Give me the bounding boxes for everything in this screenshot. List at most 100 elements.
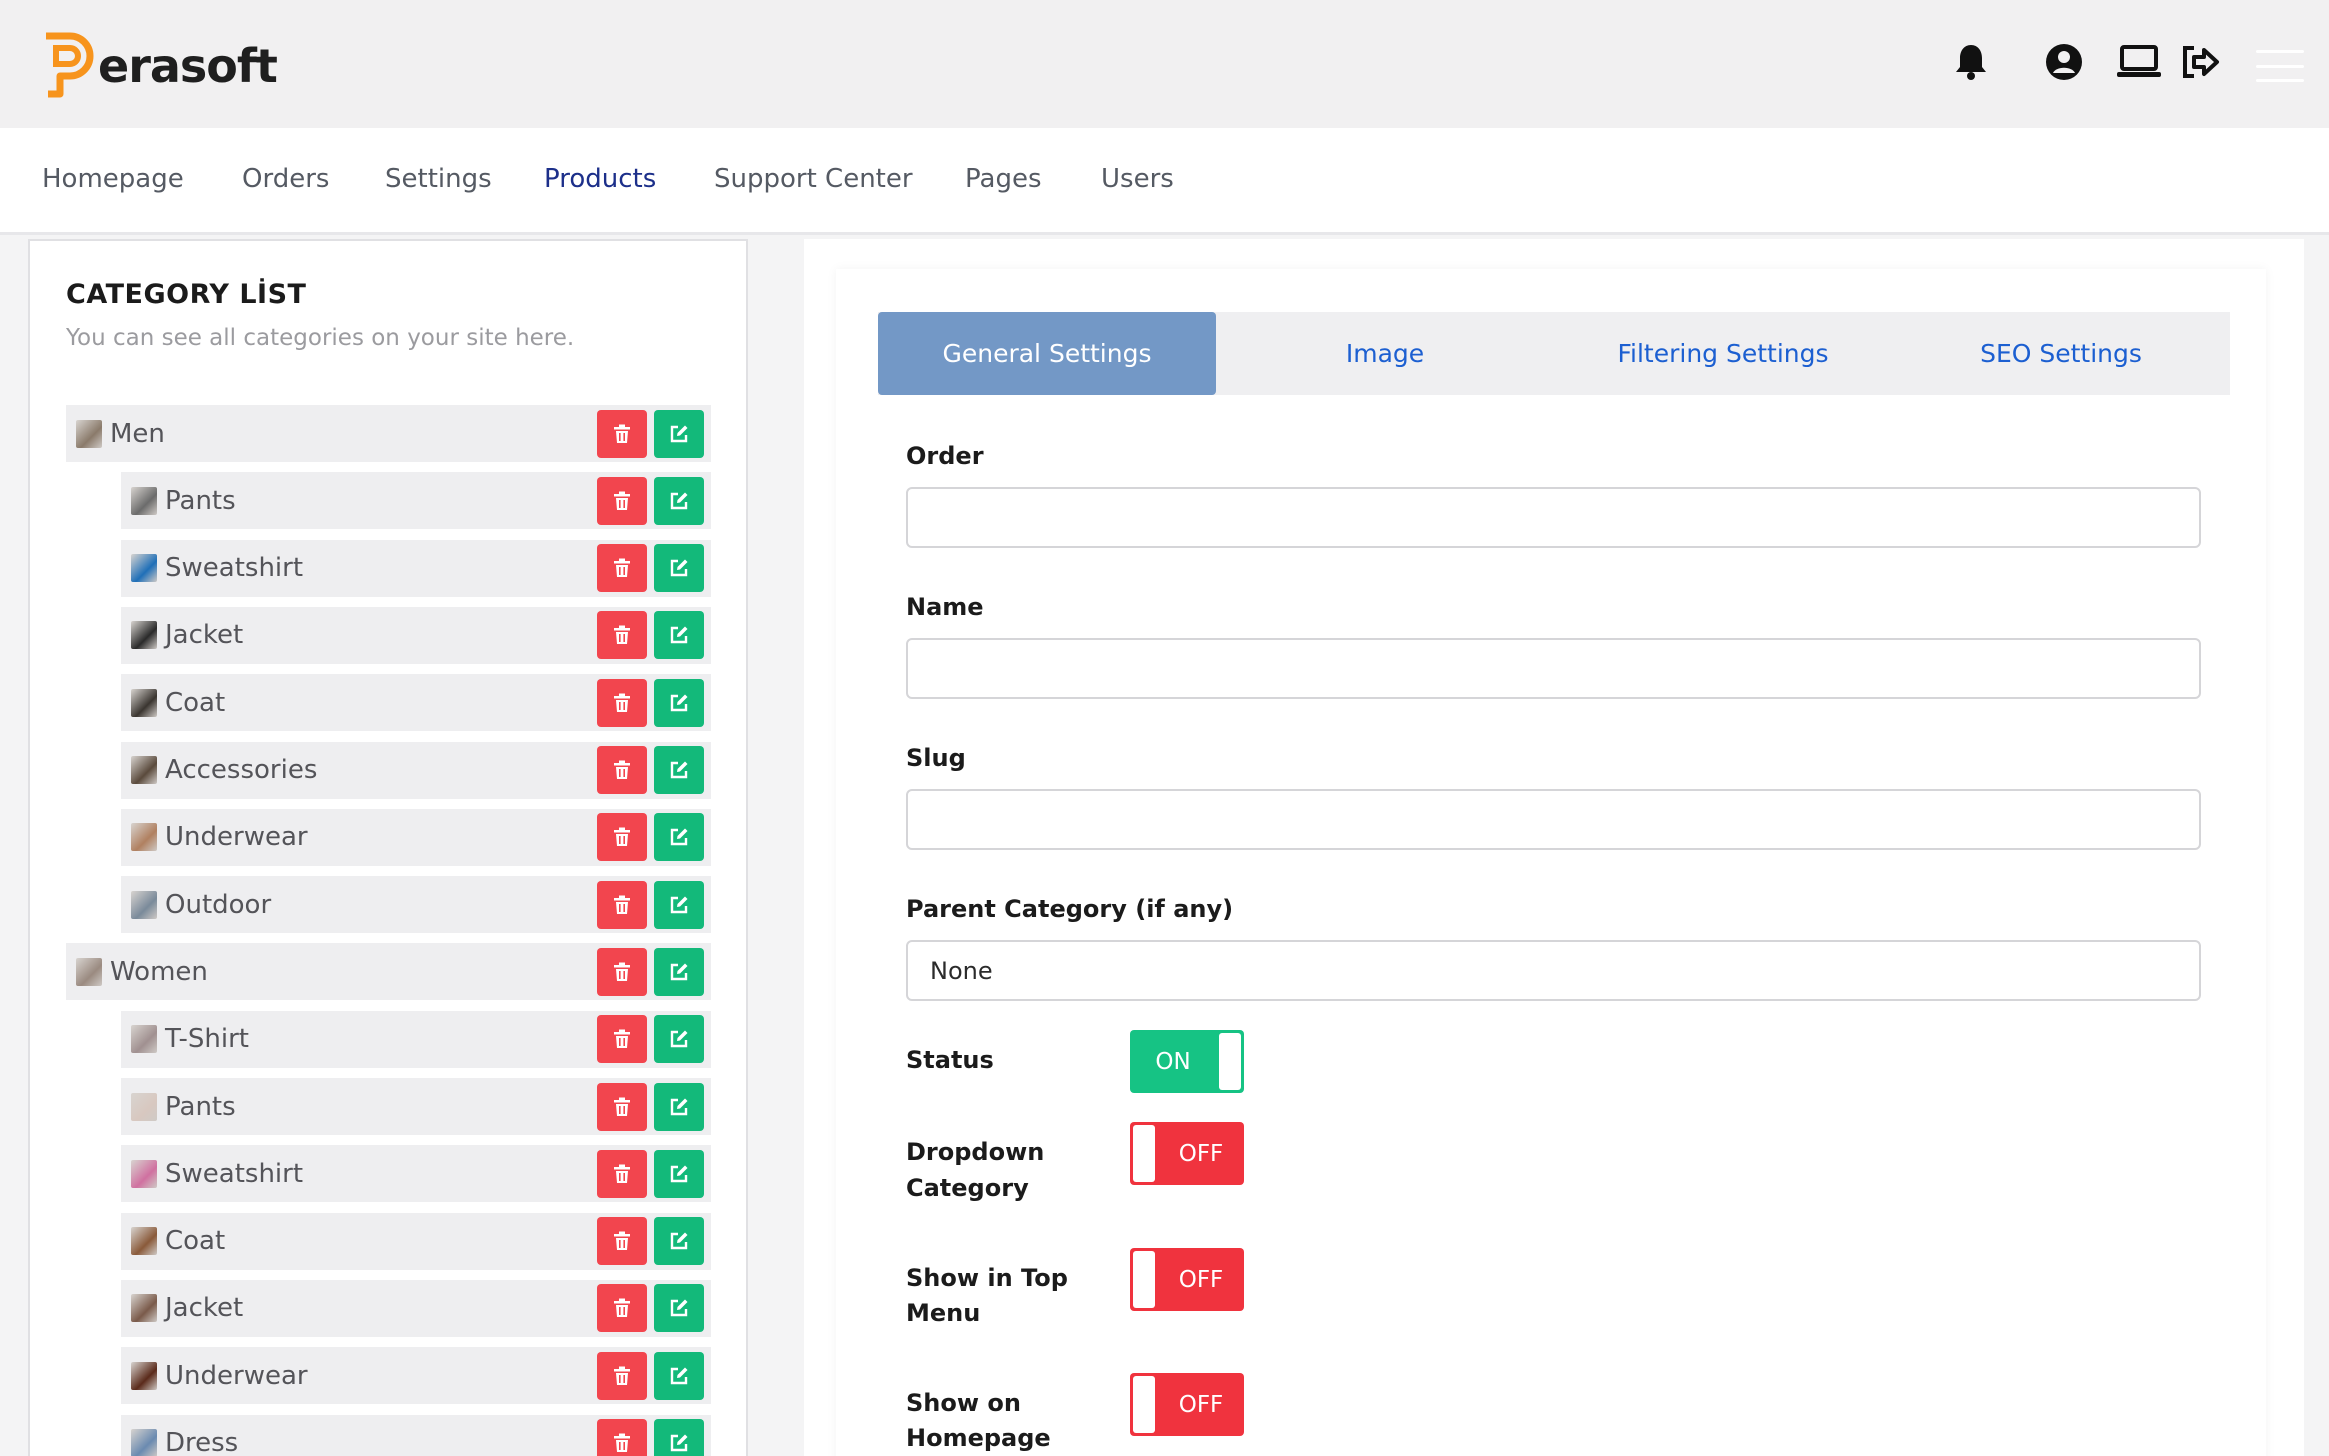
edit-category-button[interactable] [654, 1419, 704, 1456]
delete-category-button[interactable] [597, 678, 647, 727]
edit-category-button[interactable] [654, 611, 704, 660]
trash-icon [613, 760, 631, 780]
nav-settings[interactable]: Settings [385, 164, 492, 194]
tab-image[interactable]: Image [1216, 312, 1554, 395]
trash-icon [613, 1366, 631, 1386]
delete-category-button[interactable] [597, 1351, 647, 1400]
show-homepage-toggle[interactable]: OFF [1130, 1373, 1244, 1436]
tab-filtering-settings[interactable]: Filtering Settings [1554, 312, 1892, 395]
edit-category-button[interactable] [654, 409, 704, 458]
category-thumbnail [131, 1227, 157, 1256]
menu-bar [2256, 79, 2304, 82]
delete-category-button[interactable] [597, 1419, 647, 1456]
edit-category-button[interactable] [654, 813, 704, 862]
menu-icon[interactable] [2256, 50, 2304, 82]
delete-category-button[interactable] [597, 1082, 647, 1131]
edit-icon [669, 760, 689, 780]
category-thumbnail [76, 419, 102, 448]
category-row-child[interactable]: Accessories [121, 741, 711, 799]
category-row-child[interactable]: Coat [121, 674, 711, 732]
show-top-menu-toggle[interactable]: OFF [1130, 1248, 1244, 1311]
category-row-child[interactable]: Dress [121, 1414, 711, 1456]
bell-icon[interactable] [1949, 40, 1993, 84]
tab-seo-settings[interactable]: SEO Settings [1892, 312, 2230, 395]
delete-category-button[interactable] [597, 476, 647, 525]
tab-general-settings[interactable]: General Settings [878, 312, 1216, 395]
category-thumbnail [131, 890, 157, 919]
brand-logo[interactable]: erasoft [42, 30, 278, 102]
edit-category-button[interactable] [654, 476, 704, 525]
edit-category-button[interactable] [654, 746, 704, 794]
nav-orders[interactable]: Orders [242, 164, 329, 194]
category-row-child[interactable]: Pants [121, 1078, 711, 1135]
edit-category-button[interactable] [654, 1015, 704, 1064]
slug-input[interactable] [906, 789, 2201, 850]
dropdown-category-toggle[interactable]: OFF [1130, 1122, 1244, 1185]
trash-icon [613, 1164, 631, 1184]
edit-icon [669, 1433, 689, 1453]
nav-homepage[interactable]: Homepage [42, 164, 184, 194]
menu-bar [2256, 50, 2304, 53]
edit-category-button[interactable] [654, 1351, 704, 1400]
status-toggle[interactable]: ON [1130, 1030, 1244, 1093]
show-top-menu-label-line2: Menu [906, 1299, 981, 1327]
edit-icon [669, 1164, 689, 1184]
category-label: Coat [165, 687, 226, 718]
edit-icon [669, 491, 689, 511]
category-row-child[interactable]: Underwear [121, 1347, 711, 1405]
trash-icon [613, 625, 631, 645]
category-row-child[interactable]: Coat [121, 1212, 711, 1270]
show-homepage-label-line2: Homepage [906, 1424, 1051, 1452]
delete-category-button[interactable] [597, 409, 647, 458]
edit-category-button[interactable] [654, 678, 704, 727]
delete-category-button[interactable] [597, 544, 647, 593]
sign-out-icon[interactable] [2178, 40, 2222, 84]
category-row-child[interactable]: Sweatshirt [121, 539, 711, 597]
category-row-child[interactable]: T-Shirt [121, 1010, 711, 1068]
category-row-child[interactable]: Pants [121, 472, 711, 530]
delete-category-button[interactable] [597, 611, 647, 660]
delete-category-button[interactable] [597, 947, 647, 996]
user-circle-icon[interactable] [2042, 40, 2086, 84]
category-row-child[interactable]: Underwear [121, 808, 711, 866]
delete-category-button[interactable] [597, 1217, 647, 1266]
order-input[interactable] [906, 487, 2201, 548]
edit-category-button[interactable] [654, 1284, 704, 1333]
show-top-menu-label-line1: Show in Top [906, 1264, 1068, 1292]
edit-category-button[interactable] [654, 1082, 704, 1131]
category-row-parent[interactable]: Men [66, 405, 711, 462]
edit-icon [669, 1231, 689, 1251]
edit-category-button[interactable] [654, 880, 704, 929]
delete-category-button[interactable] [597, 1015, 647, 1064]
delete-category-button[interactable] [597, 1284, 647, 1333]
edit-category-button[interactable] [654, 947, 704, 996]
delete-category-button[interactable] [597, 880, 647, 929]
category-row-child[interactable]: Outdoor [121, 876, 711, 934]
category-label: Accessories [165, 755, 318, 785]
edit-category-button[interactable] [654, 544, 704, 593]
delete-category-button[interactable] [597, 813, 647, 862]
nav-support-center[interactable]: Support Center [714, 164, 913, 194]
edit-icon [669, 625, 689, 645]
name-input[interactable] [906, 638, 2201, 699]
trash-icon [613, 827, 631, 847]
category-row-child[interactable]: Jacket [121, 1279, 711, 1337]
laptop-icon[interactable] [2117, 40, 2161, 84]
nav-pages[interactable]: Pages [965, 164, 1042, 194]
delete-category-button[interactable] [597, 1149, 647, 1198]
trash-icon [613, 424, 631, 444]
category-label: Women [110, 956, 208, 987]
trash-icon [613, 1097, 631, 1117]
category-label: Pants [165, 485, 236, 516]
parent-category-select[interactable]: None [906, 940, 2201, 1001]
nav-products[interactable]: Products [544, 164, 656, 194]
nav-users[interactable]: Users [1101, 164, 1174, 194]
category-row-child[interactable]: Jacket [121, 606, 711, 664]
category-row-child[interactable]: Sweatshirt [121, 1145, 711, 1203]
category-row-parent[interactable]: Women [66, 943, 711, 1001]
edit-category-button[interactable] [654, 1217, 704, 1266]
show-top-menu-toggle-text: OFF [1178, 1266, 1224, 1293]
edit-category-button[interactable] [654, 1149, 704, 1198]
delete-category-button[interactable] [597, 746, 647, 794]
category-thumbnail [131, 756, 157, 784]
